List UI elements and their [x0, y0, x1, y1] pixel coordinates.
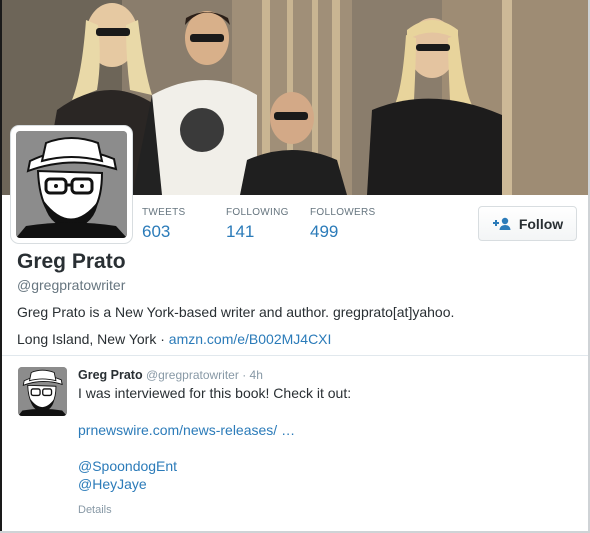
section-divider: [2, 355, 588, 356]
stat-following-value: 141: [226, 222, 255, 241]
tweet-author-name[interactable]: Greg Prato: [78, 368, 143, 382]
tweet-mention-spoondogent[interactable]: @SpoondogEnt: [78, 458, 177, 474]
tweet-author-handle[interactable]: @gregpratowriter: [146, 368, 239, 382]
profile-name[interactable]: Greg Prato: [17, 250, 126, 274]
stat-followers[interactable]: FOLLOWERS 499: [310, 207, 394, 242]
stat-followers-label: FOLLOWERS: [310, 207, 376, 218]
avatar-cartoon-image: [16, 131, 127, 238]
stat-tweets-label: TWEETS: [142, 207, 186, 218]
stat-tweets-value: 603: [142, 222, 171, 241]
profile-meta: Long Island, New York · amzn.com/e/B002M…: [17, 331, 331, 347]
stat-following[interactable]: FOLLOWING 141: [226, 207, 310, 242]
follow-button-label: Follow: [518, 215, 564, 232]
profile-stats: TWEETS 603 FOLLOWING 141 FOLLOWERS 499: [142, 207, 394, 242]
profile-website-link[interactable]: amzn.com/e/B002MJ4CXI: [169, 331, 332, 347]
tweet-details-link[interactable]: Details: [78, 504, 112, 516]
tweet-link[interactable]: prnewswire.com/news-releases/ …: [78, 422, 295, 438]
profile-bio: Greg Prato is a New York-based writer an…: [17, 304, 455, 320]
add-user-icon: [492, 217, 512, 231]
profile-location: Long Island, New York: [17, 331, 157, 347]
stat-following-label: FOLLOWING: [226, 207, 289, 218]
profile-avatar[interactable]: [11, 126, 132, 243]
tweet-author-avatar[interactable]: [18, 367, 67, 416]
stat-tweets[interactable]: TWEETS 603: [142, 207, 226, 242]
profile-handle[interactable]: @gregpratowriter: [17, 277, 125, 293]
tweet-text: I was interviewed for this book! Check i…: [78, 385, 352, 401]
follow-button[interactable]: Follow: [478, 206, 577, 241]
stat-followers-value: 499: [310, 222, 339, 241]
tweet-timestamp[interactable]: · 4h: [242, 368, 263, 382]
meta-separator: ·: [160, 331, 165, 347]
tweet-mention-heyjaye[interactable]: @HeyJaye: [78, 476, 147, 492]
tweet-header: Greg Prato @gregpratowriter · 4h: [78, 368, 263, 382]
